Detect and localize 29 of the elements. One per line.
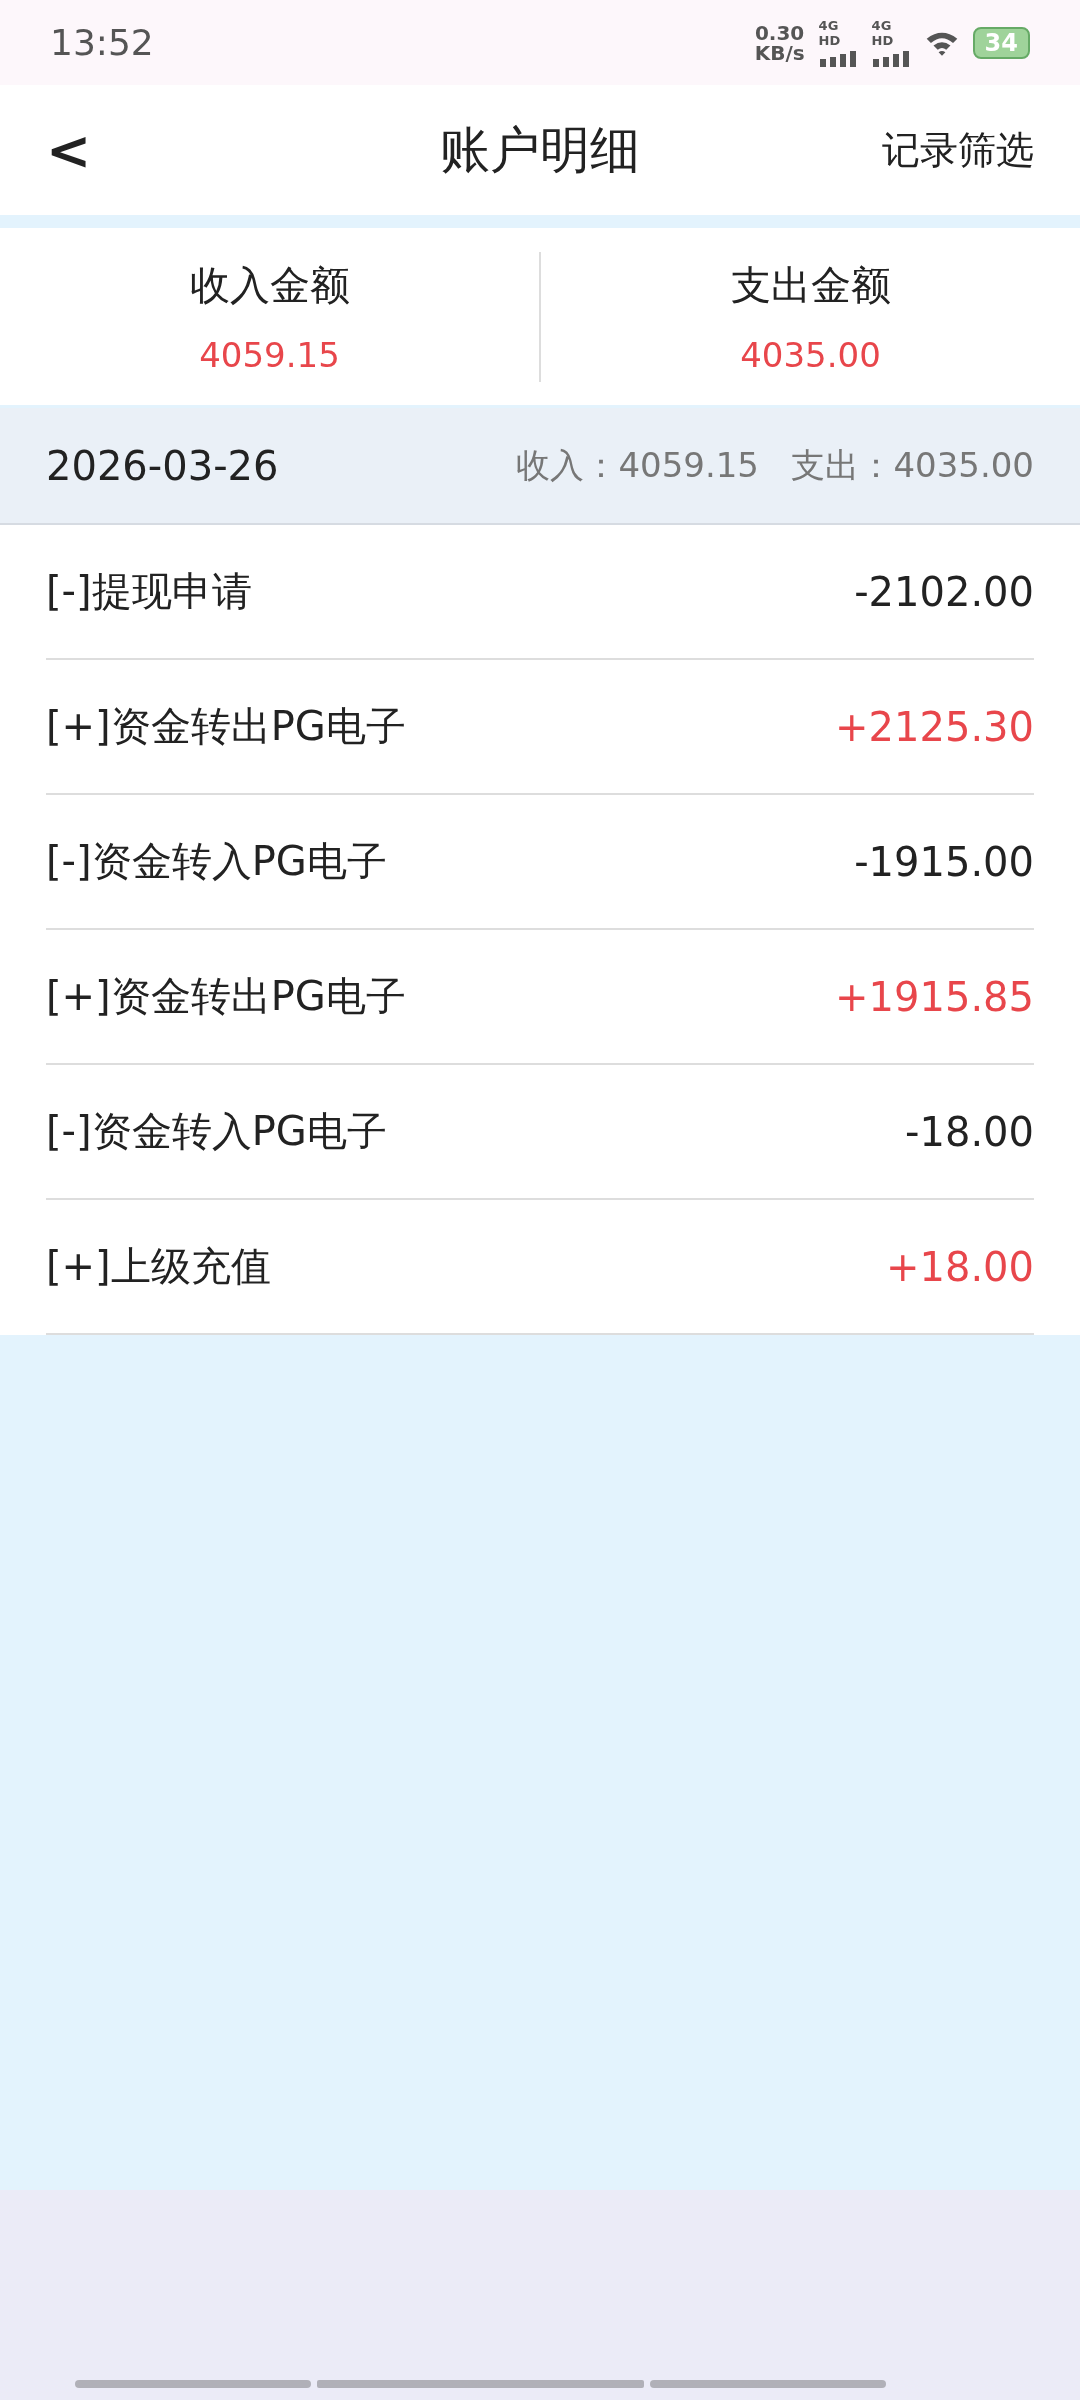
- record-label: [-]资金转入PG电子: [46, 837, 387, 886]
- summary-value: 4059.15: [199, 335, 340, 375]
- speed-unit: KB/s: [754, 42, 805, 63]
- filter-button[interactable]: 记录筛选: [882, 124, 1034, 176]
- record-label: [+]资金转出PG电子: [46, 972, 406, 1021]
- day-totals: 收入：4059.15 支出：4035.00: [516, 443, 1034, 487]
- page-title: 账户明细: [440, 119, 640, 181]
- summary-value: 4035.00: [740, 335, 881, 375]
- record-amount: +2125.30: [835, 703, 1034, 750]
- record-amount: +18.00: [885, 1243, 1034, 1290]
- summary-label: 收入金额: [189, 261, 350, 310]
- summary-label: 支出金额: [730, 261, 891, 310]
- signal-icon: [820, 51, 857, 67]
- back-button[interactable]: <: [46, 118, 92, 182]
- record-amount: -2102.00: [854, 568, 1034, 615]
- record-label: [-]资金转入PG电子: [46, 1107, 387, 1156]
- speed-value: 0.30: [754, 22, 805, 43]
- record-label: [-]提现申请: [46, 567, 252, 616]
- record-amount: -1915.00: [854, 838, 1034, 885]
- record-amount: -18.00: [905, 1108, 1034, 1155]
- signal-icon: [873, 51, 910, 67]
- date-label: 2026-03-26: [46, 442, 279, 489]
- network-label: 4G HD: [818, 18, 842, 48]
- record-amount: +1915.85: [835, 973, 1034, 1020]
- clock-time: 13:52: [50, 22, 155, 63]
- record-label: [+]上级充值: [46, 1242, 271, 1291]
- network-label: 4G HD: [871, 18, 895, 48]
- record-label: [+]资金转出PG电子: [46, 702, 406, 751]
- battery-icon: 34: [972, 26, 1030, 59]
